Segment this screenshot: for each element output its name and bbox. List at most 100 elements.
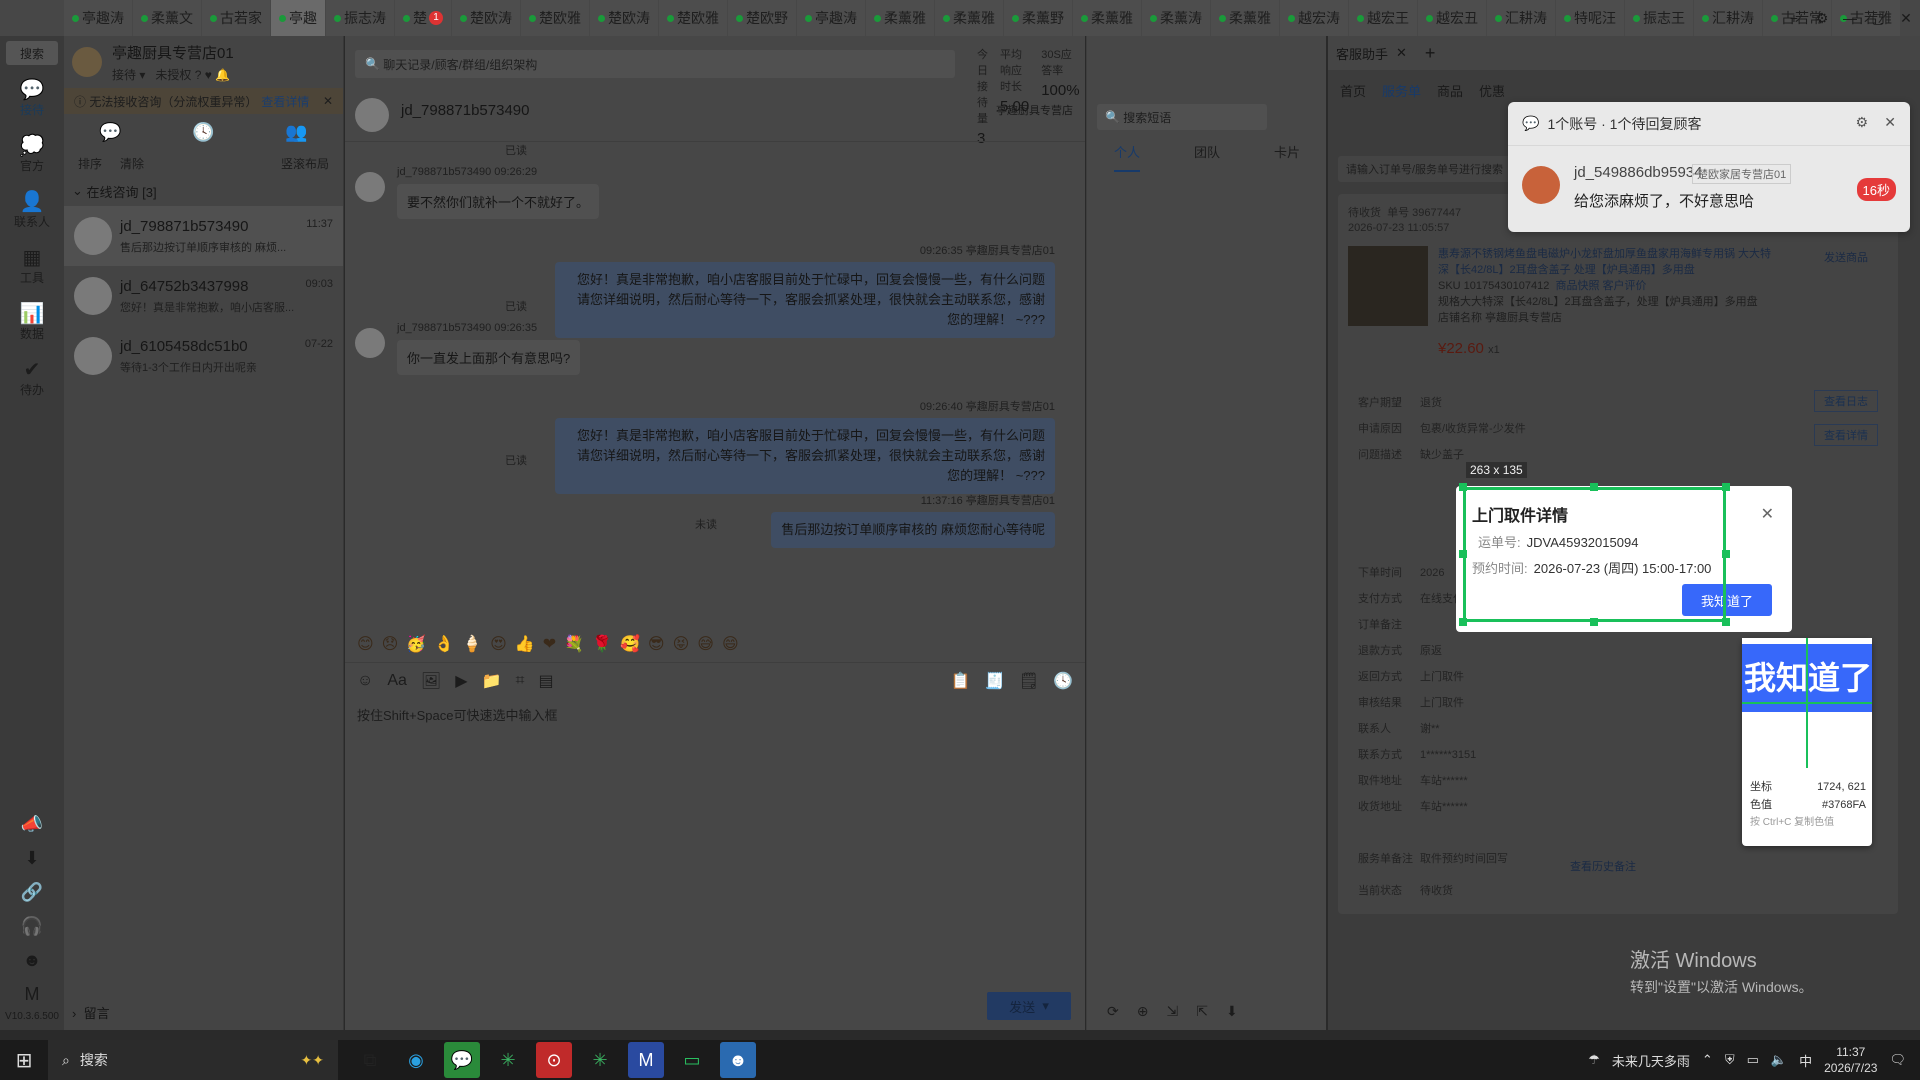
folder-icon[interactable]: 📁 xyxy=(482,671,502,691)
quick-tab-2[interactable]: 卡片 xyxy=(1274,142,1300,172)
resize-handle[interactable] xyxy=(1590,618,1598,626)
view-log-button[interactable]: 查看日志 xyxy=(1814,390,1878,412)
view-detail-button[interactable]: 查看详情 xyxy=(1814,424,1878,446)
app-red-icon[interactable]: ⊙ xyxy=(536,1042,572,1078)
nav-bottom-icon[interactable]: ☻ xyxy=(23,943,42,977)
resize-handle[interactable] xyxy=(1459,618,1467,626)
message-bubble[interactable]: 您好！真是非常抱歉，咱小店客服目前处于忙碌中，回复会慢慢一些，有什么问题请您详细… xyxy=(555,418,1055,494)
nav-search-button[interactable]: 搜索 xyxy=(6,41,58,65)
send-button[interactable]: 发送 ▾ xyxy=(987,992,1071,1020)
notice-message[interactable]: 给您添麻烦了，不好意思哈 xyxy=(1574,190,1754,211)
message-bubble[interactable]: 您好！真是非常抱歉，咱小店客服目前处于忙碌中，回复会慢慢一些，有什么问题请您详细… xyxy=(555,262,1055,338)
download-icon[interactable]: ⬇ xyxy=(1226,1003,1238,1020)
resize-handle[interactable] xyxy=(1459,550,1467,558)
font-icon[interactable]: Aa xyxy=(387,672,407,690)
tab-1[interactable]: 柔薰文 xyxy=(133,0,201,36)
close-icon[interactable]: ✕ xyxy=(323,94,333,108)
nav-item-3[interactable]: ▦ 工具 xyxy=(0,238,64,294)
service-nav-1[interactable]: 服务单 xyxy=(1382,81,1421,100)
tab-15[interactable]: 柔薰雅 xyxy=(1073,0,1141,36)
tab-17[interactable]: 柔薰雅 xyxy=(1211,0,1279,36)
tab-23[interactable]: 振志王 xyxy=(1625,0,1693,36)
group-header[interactable]: ⌄ 在线咨询 [3] xyxy=(64,176,343,206)
nav-item-4[interactable]: 📊 数据 xyxy=(0,294,64,350)
app-chat-icon[interactable]: ▭ xyxy=(674,1042,710,1078)
close-icon[interactable]: ✕ xyxy=(1761,504,1774,524)
weather-text[interactable]: 未来几天多雨 xyxy=(1612,1051,1690,1070)
layout-button[interactable]: 竖滚布局 xyxy=(281,155,329,172)
search-input[interactable]: 🔍 聊天记录/顾客/群组/组织架构 xyxy=(355,50,955,78)
nav-item-0[interactable]: 💬 接待 xyxy=(0,70,64,126)
gear-icon[interactable]: ⚙ xyxy=(1855,114,1868,131)
close-icon[interactable]: ✕ xyxy=(1884,114,1896,131)
history-note-link[interactable]: 查看历史备注 xyxy=(1570,858,1636,874)
taskbar-search[interactable]: ⌕ 搜索 ✦✦ xyxy=(48,1040,338,1080)
tab-18[interactable]: 越宏涛 xyxy=(1280,0,1348,36)
quick-tab-0[interactable]: 个人 xyxy=(1113,142,1140,172)
gear-icon[interactable]: ⚙ xyxy=(1808,10,1836,27)
help-icon[interactable]: ? xyxy=(195,68,202,82)
minimize-button[interactable]: — xyxy=(1836,10,1864,26)
phrase-search-input[interactable]: 🔍 搜索短语 xyxy=(1097,104,1267,130)
table-icon[interactable]: ▤ xyxy=(538,671,553,691)
group-icon[interactable]: 👥 xyxy=(285,122,307,143)
tab-3[interactable]: 亭趣 xyxy=(271,0,325,36)
tab-16[interactable]: 柔薰涛 xyxy=(1142,0,1210,36)
task-view-icon[interactable]: ⧉ xyxy=(352,1042,388,1078)
nav-item-1[interactable]: 💭 官方 xyxy=(0,126,64,182)
message-bubble[interactable]: 要不然你们就补一个不就好了。 xyxy=(397,184,600,219)
chevron-up-icon[interactable]: ⌃ xyxy=(1702,1052,1713,1068)
close-icon[interactable]: ✕ xyxy=(1396,45,1407,61)
clock[interactable]: 11:37 2026/7/23 xyxy=(1824,1044,1877,1076)
crop-icon[interactable]: ⌗ xyxy=(515,672,524,690)
tab-19[interactable]: 越宏王 xyxy=(1349,0,1417,36)
nav-bottom-icon[interactable]: 📣 xyxy=(21,807,43,841)
app-star-icon[interactable]: ✳ xyxy=(490,1042,526,1078)
emoji-bar[interactable]: 😊😞🥳👌🍦😍👍❤💐🌹🥰😎😝😅😄 xyxy=(357,634,747,654)
conversation-item[interactable]: jd_798871b573490 售后那边按订单顺序审核的 麻烦... 11:37 xyxy=(64,206,343,266)
tab-4[interactable]: 振志涛 xyxy=(326,0,394,36)
shield-icon[interactable]: ⛨ xyxy=(1725,1052,1735,1068)
message-input[interactable]: 按住Shift+Space可快速选中输入框 xyxy=(345,699,1085,730)
tab-6[interactable]: 楚欧涛 xyxy=(452,0,520,36)
chat-bubble-icon[interactable]: 💬 xyxy=(99,122,121,143)
tab-0[interactable]: 亭趣涛 xyxy=(64,0,132,36)
avatar[interactable] xyxy=(355,172,385,202)
tab-7[interactable]: 楚欧雅 xyxy=(521,0,589,36)
capture-selection[interactable] xyxy=(1463,487,1726,622)
clear-button[interactable]: 清除 xyxy=(120,155,144,172)
resize-handle[interactable] xyxy=(1590,483,1598,491)
maximize-button[interactable]: ▢ xyxy=(1864,10,1892,27)
service-nav-3[interactable]: 优惠 xyxy=(1479,81,1505,100)
shop-header[interactable]: 亭趣厨具专营店01 接待 ▾ 未授权 ? ♥ 🔔 xyxy=(64,36,343,88)
export-icon[interactable]: ⇱ xyxy=(1196,1003,1208,1020)
leave-message-item[interactable]: › 留言 xyxy=(72,1003,110,1022)
note-icon[interactable]: 🗒 xyxy=(1019,671,1039,691)
conversation-item[interactable]: jd_6105458dc51b0 等待1-3个工作日内开出呢亲 07-22 xyxy=(64,326,343,386)
close-button[interactable]: ✕ xyxy=(1892,10,1920,27)
clipboard-icon[interactable]: 📋 xyxy=(951,671,971,691)
heart-icon[interactable]: ♥ xyxy=(205,68,212,82)
service-nav-0[interactable]: 首页 xyxy=(1340,81,1366,100)
ime-label[interactable]: 中 xyxy=(1799,1051,1812,1070)
network-icon[interactable]: ▭ xyxy=(1747,1052,1759,1068)
nav-bottom-icon[interactable]: 🎧 xyxy=(21,909,43,943)
message-bubble[interactable]: 售后那边按订单顺序审核的 麻烦您耐心等待呢 xyxy=(771,512,1055,548)
service-nav-2[interactable]: 商品 xyxy=(1437,81,1463,100)
resize-handle[interactable] xyxy=(1459,483,1467,491)
tab-service-assistant[interactable]: 客服助手 xyxy=(1336,44,1388,63)
history-icon[interactable]: 🕓 xyxy=(1053,671,1073,691)
nav-bottom-icon[interactable]: ⬇ xyxy=(24,841,39,875)
tab-20[interactable]: 越宏丑 xyxy=(1418,0,1486,36)
jd-app-icon[interactable]: ☻ xyxy=(720,1042,756,1078)
tab-9[interactable]: 楚欧雅 xyxy=(659,0,727,36)
refresh-icon[interactable]: ⟳ xyxy=(1107,1003,1119,1020)
tab-8[interactable]: 楚欧涛 xyxy=(590,0,658,36)
clock-icon[interactable]: 🕓 xyxy=(192,122,214,143)
notification-icon[interactable]: 🗨 xyxy=(1889,1052,1906,1068)
tab-22[interactable]: 特呢汪 xyxy=(1556,0,1624,36)
tab-13[interactable]: 柔薰雅 xyxy=(935,0,1003,36)
conversation-item[interactable]: jd_64752b3437998 您好！真是非常抱歉，咱小店客服... 09:03 xyxy=(64,266,343,326)
edge-icon[interactable]: ◉ xyxy=(398,1042,434,1078)
tab-2[interactable]: 古若家 xyxy=(202,0,270,36)
